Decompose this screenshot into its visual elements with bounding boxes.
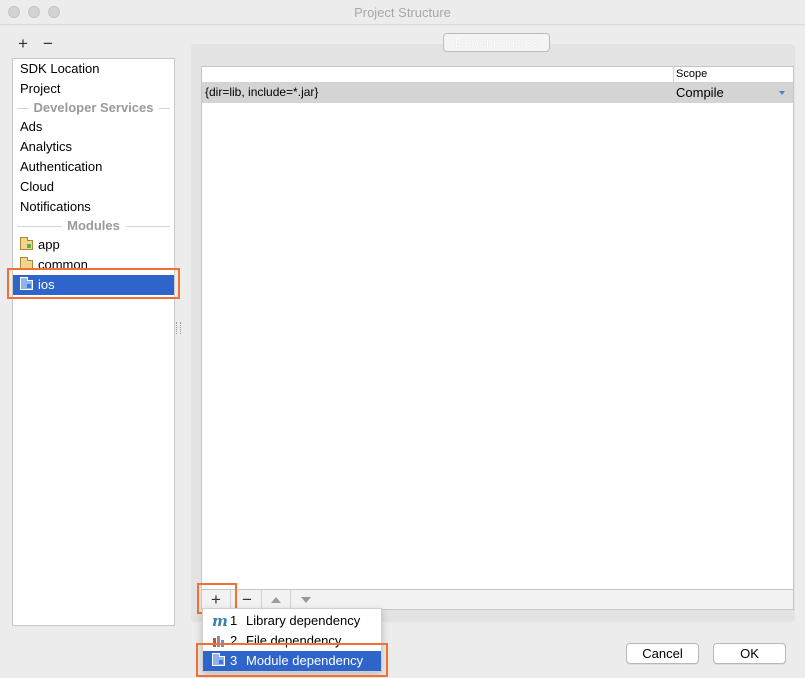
developer-services-separator: Developer Services [13,99,174,117]
down-arrow-icon [301,597,311,603]
add-module-button[interactable]: + [18,35,28,52]
scope-column-header[interactable]: Scope [673,66,793,82]
sidebar-item-app[interactable]: app [13,235,174,255]
modules-separator: Modules [13,217,174,235]
sidebar-item-ads[interactable]: Ads [13,117,174,137]
menu-item-label: Library dependency [246,613,361,628]
remove-dependency-button[interactable]: − [233,590,262,609]
sidebar-item-label: app [38,237,60,252]
move-down-button[interactable] [292,590,320,609]
splitter-handle[interactable] [176,322,181,334]
modules-heading: Modules [64,218,123,233]
module-dependency-highlight-box [196,643,388,677]
sidebar-item-analytics[interactable]: Analytics [13,137,174,157]
sidebar-item-notifications[interactable]: Notifications [13,197,174,217]
window-title: Project Structure [354,5,451,20]
sidebar-item-sdk-location[interactable]: SDK Location [13,59,174,79]
maven-m-icon: m [212,612,228,630]
menu-item-number: 1 [230,613,238,628]
module-folder-icon [20,237,33,250]
dependency-cell: {dir=lib, include=*.jar} [205,85,319,99]
tab-dependencies[interactable]: Dependencies [443,33,550,52]
title-bar: Project Structure [0,0,805,25]
move-up-button[interactable] [262,590,291,609]
sidebar-item-project[interactable]: Project [13,79,174,99]
up-arrow-icon [271,597,281,603]
sidebar: SDK Location Project Developer Services … [12,58,175,626]
cancel-button[interactable]: Cancel [626,643,699,664]
scope-dropdown-arrow-icon[interactable] [779,91,785,95]
ios-highlight-box [7,268,180,299]
sidebar-item-authentication[interactable]: Authentication [13,157,174,177]
sidebar-item-cloud[interactable]: Cloud [13,177,174,197]
scope-cell[interactable]: Compile [676,85,724,100]
menu-item-library-dependency[interactable]: m 1 Library dependency [203,611,381,631]
ok-button[interactable]: OK [713,643,786,664]
dependencies-table [201,66,794,590]
developer-services-heading: Developer Services [30,100,157,115]
remove-module-button[interactable]: − [43,35,53,52]
